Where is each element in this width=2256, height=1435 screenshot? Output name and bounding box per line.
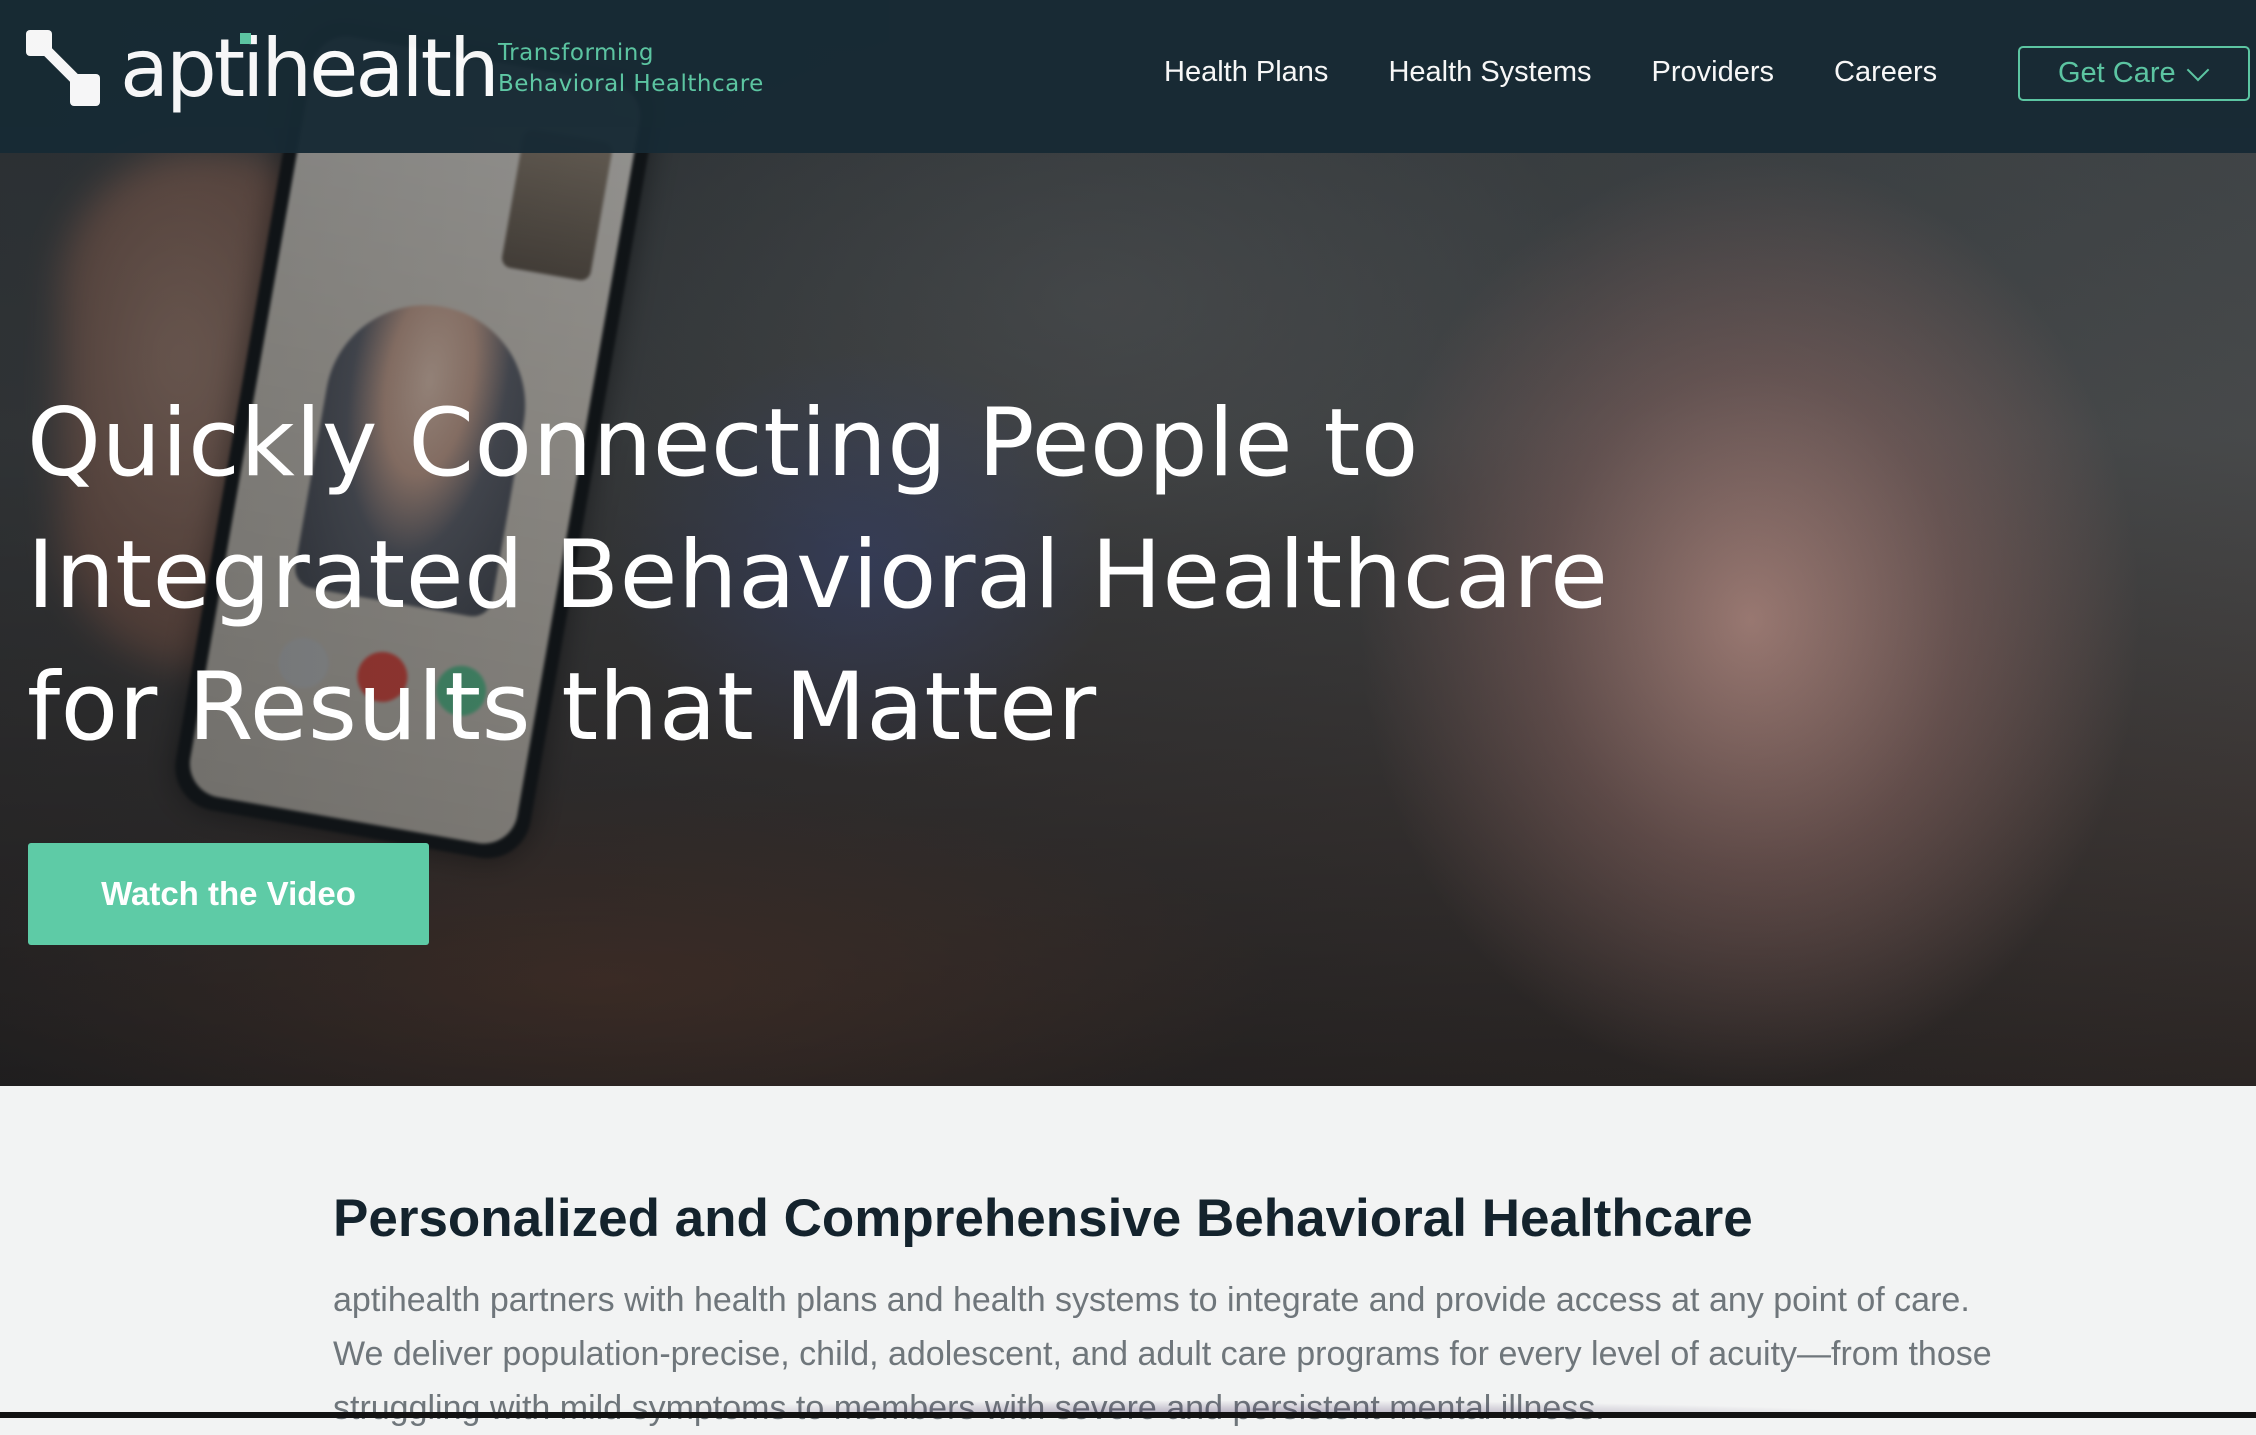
nav-health-systems[interactable]: Health Systems xyxy=(1388,50,1591,94)
tagline-line-2: Behavioral Healthcare xyxy=(498,71,764,97)
hero-title-line-1: Quickly Connecting People to xyxy=(27,389,1419,498)
get-care-label: Get Care xyxy=(2058,57,2176,89)
intro-body-line-2: We deliver population-precise, child, ad… xyxy=(333,1335,1992,1373)
intro-heading: Personalized and Comprehensive Behaviora… xyxy=(333,1189,1753,1248)
main-nav: Health Plans Health Systems Providers Ca… xyxy=(1164,50,1937,94)
nav-health-plans[interactable]: Health Plans xyxy=(1164,50,1328,94)
brand-accent-dot xyxy=(240,33,251,44)
intro-body-line-1: aptihealth partners with health plans an… xyxy=(333,1281,1970,1319)
top-navbar: aptihealth Transforming Behavioral Healt… xyxy=(0,0,2256,153)
hero-title: Quickly Connecting People to Integrated … xyxy=(27,378,1827,774)
watch-video-button[interactable]: Watch the Video xyxy=(28,843,429,945)
nav-careers[interactable]: Careers xyxy=(1834,50,1937,94)
get-care-dropdown-button[interactable]: Get Care xyxy=(2018,46,2250,101)
tagline-line-1: Transforming xyxy=(498,40,654,66)
nav-providers[interactable]: Providers xyxy=(1652,50,1775,94)
bottom-edge-bar xyxy=(0,1412,2256,1418)
hero-title-line-2: Integrated Behavioral Healthcare xyxy=(27,521,1609,630)
aptihealth-logo-icon[interactable] xyxy=(26,30,100,106)
brand-tagline: Transforming Behavioral Healthcare xyxy=(498,38,764,100)
brand-name[interactable]: aptihealth xyxy=(120,14,500,124)
chevron-down-icon xyxy=(2186,58,2209,81)
hero-title-line-3: for Results that Matter xyxy=(27,653,1097,762)
